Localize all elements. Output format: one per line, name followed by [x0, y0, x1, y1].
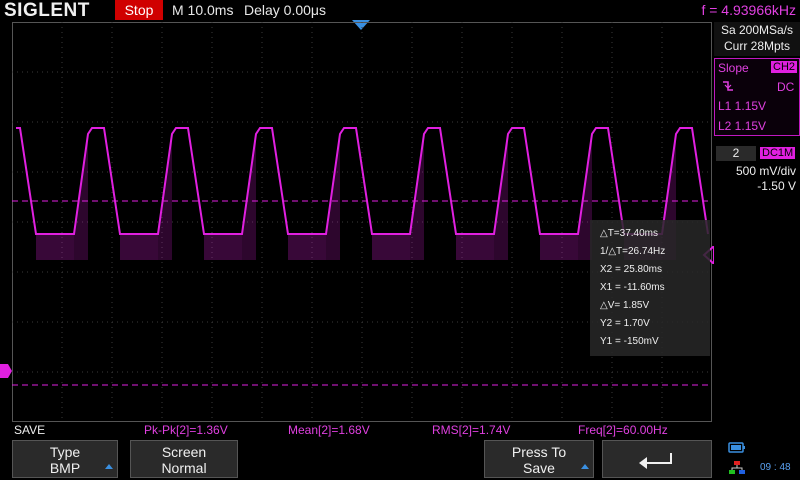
ch2-trace [16, 127, 709, 235]
ch2-settings-panel[interactable]: 2 DC1M 500 mV/div -1.50 V [714, 146, 800, 196]
channel-coupling-badge: DC1M [760, 147, 796, 159]
trigger-panel[interactable]: Slope CH2 DC L1 1.15V L2 1.15V [714, 58, 800, 136]
select-arrow-icon [105, 464, 113, 469]
trigger-level1: L1 1.15V [718, 99, 767, 113]
cursor-x2: X2 = 25.80ms [600, 264, 662, 275]
select-arrow-icon [581, 464, 589, 469]
falling-edge-icon [723, 81, 733, 91]
status-area [724, 440, 800, 480]
type-value: BMP [49, 460, 81, 476]
channel-offset: -1.50 V [757, 179, 796, 193]
type-softkey[interactable]: Type BMP [12, 440, 118, 478]
network-icon [729, 461, 745, 474]
cursor-y2: Y2 = 1.70V [600, 318, 650, 329]
trigger-coupling: DC [777, 80, 795, 94]
cursor-x1: X1 = -11.60ms [600, 282, 665, 293]
cursor-readout-panel: △T=37.40ms 1/△T=26.74Hz X2 = 25.80ms X1 … [590, 220, 710, 356]
cursor-inverse-delta-t: 1/△T=26.74Hz [600, 246, 666, 257]
brand-logo: SIGLENT [4, 0, 90, 21]
timebase-readout: M 10.0ms [172, 2, 234, 18]
trigger-type: Slope [718, 61, 749, 75]
ch2-offset-marker[interactable] [0, 364, 12, 378]
delay-readout: Delay 0.00μs [244, 2, 326, 18]
acquisition-panel: Sa 200MSa/s Curr 28Mpts [714, 22, 800, 56]
measure-pkpk: Pk-Pk[2]=1.36V [144, 423, 228, 437]
memory-depth: Curr 28Mpts [723, 39, 791, 53]
menu-title: SAVE [14, 423, 46, 437]
cursor-delta-t: △T=37.40ms [600, 228, 658, 239]
measurement-bar: SAVE Pk-Pk[2]=1.36V Mean[2]=1.68V RMS[2]… [0, 422, 714, 439]
cursor-delta-v: △V= 1.85V [600, 300, 650, 311]
battery-icon [728, 442, 745, 453]
channel-number: 2 [716, 146, 756, 161]
measure-mean: Mean[2]=1.68V [288, 423, 370, 437]
measure-rms: RMS[2]=1.74V [432, 423, 511, 437]
channel-scale: 500 mV/div [735, 164, 796, 178]
screen-softkey[interactable]: Screen Normal [130, 440, 238, 478]
trigger-level2: L2 1.15V [718, 119, 767, 133]
screen-label: Screen [161, 444, 207, 460]
press-label: Press To [511, 444, 567, 460]
frequency-counter: f = 4.93966kHz [701, 2, 796, 18]
sample-rate: Sa 200MSa/s [720, 23, 794, 37]
cursor-y1: Y1 = -150mV [600, 336, 659, 347]
screen-value: Normal [161, 460, 207, 476]
back-softkey[interactable] [602, 440, 712, 478]
trigger-source-badge: CH2 [771, 61, 798, 73]
press-value: Save [523, 460, 555, 476]
clock: 09 : 48 [760, 462, 791, 473]
type-label: Type [49, 444, 81, 460]
run-stop-indicator[interactable]: Stop [115, 0, 163, 20]
return-arrow-icon [639, 453, 672, 469]
press-to-save-softkey[interactable]: Press To Save [484, 440, 594, 478]
measure-freq: Freq[2]=60.00Hz [578, 423, 668, 437]
